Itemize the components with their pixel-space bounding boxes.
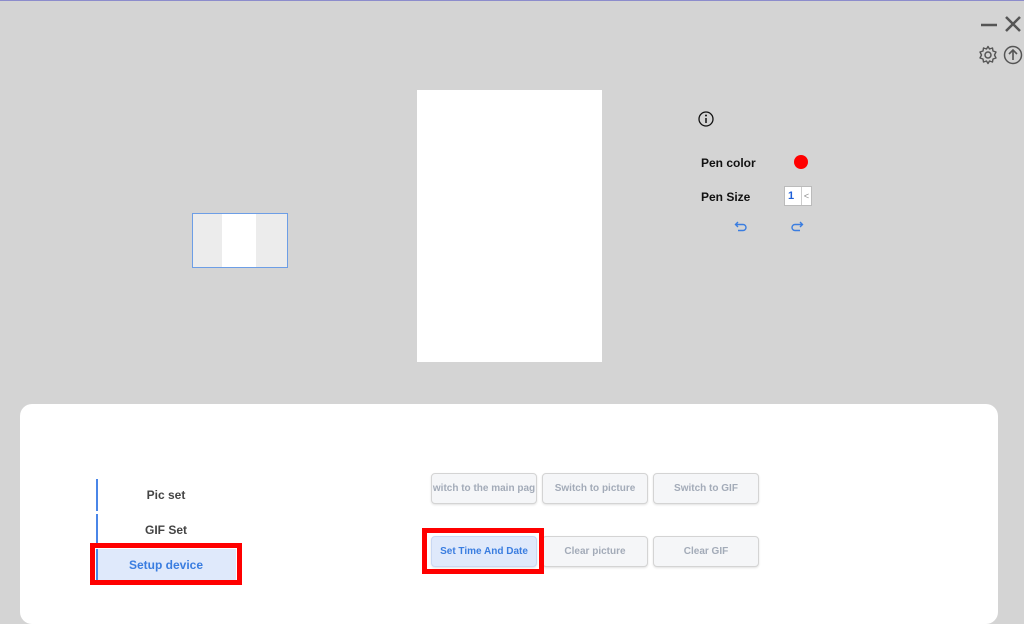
sidebar-item-label: GIF Set xyxy=(144,523,187,537)
switch-to-main-page-button[interactable]: witch to the main pag xyxy=(431,473,537,504)
upload-icon xyxy=(1003,45,1023,65)
preview-thumbnail[interactable] xyxy=(192,213,288,268)
pen-size-spinner[interactable]: 1 < xyxy=(784,186,812,206)
pen-color-swatch[interactable] xyxy=(794,155,808,169)
undo-button[interactable] xyxy=(734,219,748,233)
thumbnail-frame xyxy=(222,214,256,267)
sidebar-item-gif-set[interactable]: GIF Set xyxy=(96,514,236,546)
pen-size-label: Pen Size xyxy=(701,190,751,204)
sidebar-item-setup-device[interactable]: Setup device xyxy=(96,549,236,581)
pen-size-value: 1 xyxy=(788,190,795,202)
upload-button[interactable] xyxy=(1002,44,1024,66)
gear-icon xyxy=(979,45,997,65)
close-icon xyxy=(1005,16,1021,32)
redo-icon xyxy=(791,221,804,232)
info-button[interactable] xyxy=(698,111,714,127)
info-icon xyxy=(698,111,714,127)
sidebar-item-label: Pic set xyxy=(146,488,186,502)
drawing-canvas[interactable] xyxy=(417,90,602,362)
nav-indicator xyxy=(96,479,98,511)
pen-color-label: Pen color xyxy=(701,156,756,170)
switch-to-picture-button[interactable]: Switch to picture xyxy=(542,473,648,504)
settings-button[interactable] xyxy=(977,44,999,66)
close-button[interactable] xyxy=(1003,14,1023,34)
undo-icon xyxy=(734,221,747,232)
set-time-and-date-button[interactable]: Set Time And Date xyxy=(431,536,537,567)
redo-button[interactable] xyxy=(790,219,804,233)
switch-to-gif-button[interactable]: Switch to GIF xyxy=(653,473,759,504)
minimize-icon xyxy=(981,23,997,27)
nav-indicator xyxy=(96,549,98,581)
pen-size-arrow[interactable]: < xyxy=(801,187,811,205)
sidebar-item-pic-set[interactable]: Pic set xyxy=(96,479,236,511)
minimize-button[interactable] xyxy=(979,15,999,35)
window-top-border xyxy=(0,0,1024,1)
clear-picture-button[interactable]: Clear picture xyxy=(542,536,648,567)
clear-gif-button[interactable]: Clear GIF xyxy=(653,536,759,567)
nav-indicator xyxy=(96,514,98,546)
sidebar-item-label: Setup device xyxy=(128,558,204,572)
